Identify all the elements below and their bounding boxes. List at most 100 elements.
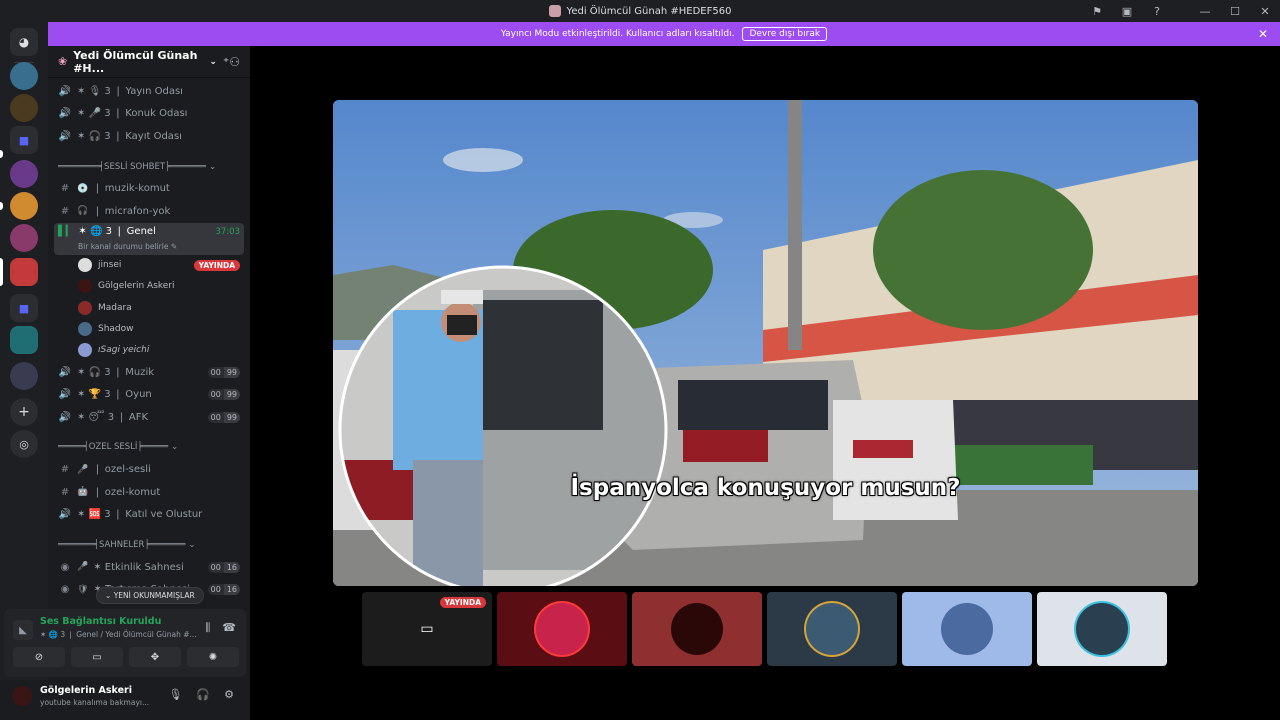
server-icon-active[interactable] (10, 258, 38, 286)
voice-member[interactable]: Shadow (48, 318, 250, 339)
microphone-icon[interactable]: 🎙 (168, 688, 182, 701)
stage-channel[interactable]: ◉ 🎤 ✶ Etkinlik Sahnesi 00 16 (48, 556, 250, 579)
avatar (671, 603, 723, 655)
participant-tile[interactable] (902, 592, 1032, 666)
voice-member[interactable]: jinsei YAYINDA (48, 255, 250, 276)
server-header[interactable]: ❀ Yedi Ölümcül Günah #H... ⌄ ⁺⚇ (48, 46, 250, 78)
unread-pill (0, 202, 3, 210)
voice-channel[interactable]: 🔊 ✶ 😴 3 ❘ AFK 00 99 (48, 406, 250, 429)
voice-channel[interactable]: 🔊 ✶ 🎧 3 ❘ Muzik 00 99 (48, 361, 250, 384)
folder-icon[interactable]: ■ (10, 294, 38, 322)
text-channel[interactable]: # 🤖 ❘ ozel-komut (48, 481, 250, 504)
channel-status[interactable]: Bir kanal durumu belirle (78, 242, 168, 251)
speaker-icon: 🔊 (58, 85, 72, 97)
speaker-icon: 🔊 (58, 130, 72, 142)
category-ozel[interactable]: ═════╡OZEL SESLİ╞═════ ⌄ (48, 436, 250, 458)
server-name: Yedi Ölümcül Günah #H... (73, 48, 198, 75)
voice-channel[interactable]: 🔊 ✶ 🎙 3 ❘ Yayın Odası (48, 80, 250, 103)
channel-name: ✶ Etkinlik Sahnesi (93, 561, 184, 573)
close-icon[interactable]: ✕ (1258, 27, 1268, 41)
participant-tile[interactable] (767, 592, 897, 666)
server-icon[interactable] (10, 160, 38, 188)
avatar[interactable] (12, 686, 32, 706)
folder-icon[interactable]: ■ (10, 126, 38, 154)
category-sesli[interactable]: ════════╡SESLİ SOHBET╞═══════ ⌄ (48, 156, 250, 178)
voice-member[interactable]: ıSagi yeichi (48, 340, 250, 361)
member-name: jinsei (98, 260, 122, 271)
voice-channel-path[interactable]: ✶ 🌐 3 ❘ Genel / Yedi Ölümcül Günah #... (40, 630, 197, 639)
avatar (78, 300, 92, 315)
server-icon[interactable] (10, 326, 38, 354)
participant-tile[interactable] (632, 592, 762, 666)
avatar (941, 603, 993, 655)
text-channel[interactable]: # 🎧 ❘ micrafon-yok (48, 200, 250, 223)
inbox-icon[interactable]: ▣ (1112, 0, 1142, 22)
new-unreads-button[interactable]: ⌄ YENİ OKUNMAMIŞLAR (96, 587, 204, 604)
gear-icon[interactable]: ⚙ (224, 688, 234, 701)
server-icon[interactable] (10, 62, 38, 90)
channel-emoji-icon: 🤖 (77, 487, 89, 498)
signal-icon[interactable]: ◣ (13, 620, 33, 640)
soundboard-button[interactable]: ✺ (187, 647, 239, 667)
channel-name: ❘ ozel-komut (93, 486, 161, 498)
channel-emoji-icon: 🎤 (77, 464, 89, 475)
chevron-down-icon: ⌄ (188, 539, 196, 550)
voice-member[interactable]: Gölgelerin Askeri (48, 276, 250, 297)
channel-emoji-icon: 🎤 (77, 562, 89, 573)
participant-tile[interactable] (497, 592, 627, 666)
category-label: ═══════╡SAHNELER╞═══════ (58, 539, 186, 550)
voice-channel[interactable]: 🔊 ✶ 🎧 3 ❘ Kayıt Odası (48, 125, 250, 148)
server-icon (548, 5, 561, 17)
live-badge: YAYINDA (439, 597, 486, 608)
maximize-button[interactable]: ☐ (1220, 0, 1250, 22)
user-limit-badge: 00 16 (207, 584, 240, 596)
username[interactable]: Gölgelerin Askeri (40, 685, 132, 696)
user-limit-badge: 00 16 (207, 561, 240, 573)
minimize-button[interactable]: — (1190, 0, 1220, 22)
avatar (806, 603, 858, 655)
server-badge-icon: ❀ (58, 55, 68, 68)
add-server-icon[interactable]: + (10, 398, 38, 426)
hash-icon: # (60, 486, 70, 498)
server-icon[interactable] (10, 224, 38, 252)
custom-status: youtube kanalıma bakmayı... (40, 698, 150, 707)
screen-share-button[interactable]: ▭ (71, 647, 123, 667)
active-voice-channel[interactable]: ▌▎ ✶ 🌐 3 ❘ Genel 37:03 Bir kanal durumu … (54, 222, 244, 255)
stream-video[interactable]: İspanyolca konuşuyor musun? (333, 100, 1198, 586)
channel-name: ❘ micrafon-yok (93, 205, 171, 217)
chevron-down-icon: ⌄ (208, 161, 217, 172)
streamer-mode-banner: Yayıncı Modu etkinleştirildi. Kullanıcı … (48, 22, 1280, 46)
chevron-down-icon: ⌄ (171, 442, 179, 453)
participant-tile[interactable] (1037, 592, 1167, 666)
server-icon[interactable] (10, 192, 38, 220)
disconnect-icon[interactable]: ☎ (222, 621, 236, 635)
noise-suppression-icon[interactable]: ⫼ (205, 621, 210, 635)
banner-text: Yayıncı Modu etkinleştirildi. Kullanıcı … (500, 29, 735, 39)
category-sahne[interactable]: ═══════╡SAHNELER╞═══════ ⌄ (48, 534, 250, 556)
voice-channel[interactable]: 🔊 ✶ 🏆 3 ❘ Oyun 00 99 (48, 383, 250, 406)
avatar (536, 603, 588, 655)
explore-icon[interactable]: ◎ (10, 430, 38, 458)
speaker-icon: 🔊 (58, 509, 72, 521)
activities-button[interactable]: ✥ (129, 647, 181, 667)
stage-icon: ◉ (60, 584, 70, 596)
headphones-icon[interactable]: 🎧 (196, 688, 210, 701)
text-channel[interactable]: # 💿 ❘ muzik-komut (48, 178, 250, 201)
text-channel[interactable]: # 🎤 ❘ ozel-sesli (48, 458, 250, 481)
server-icon[interactable] (10, 94, 38, 122)
chevron-down-icon: ⌄ (105, 591, 112, 600)
voice-channel[interactable]: 🔊 ✶ 🎤 3 ❘ Konuk Odası (48, 103, 250, 126)
voice-channel[interactable]: 🔊 ✶ 🆘 3 ❘ Katıl ve Olustur (48, 503, 250, 526)
help-icon[interactable]: ? (1142, 0, 1172, 22)
add-user-icon[interactable]: ⁺⚇ (223, 55, 240, 69)
camera-off-button[interactable]: ⊘ (13, 647, 65, 667)
server-icon[interactable] (10, 362, 38, 390)
voice-member[interactable]: Madara (48, 297, 250, 318)
disable-button[interactable]: Devre dışı bırak (742, 27, 828, 41)
inbox-flag-icon[interactable]: ⚑ (1082, 0, 1112, 22)
stream-tile[interactable]: ▭ YAYINDA (362, 592, 492, 666)
voice-status[interactable]: Ses Bağlantısı Kuruldu (40, 616, 161, 627)
discord-home-icon[interactable]: ◕ (10, 28, 38, 56)
selected-pill (0, 258, 3, 286)
close-button[interactable]: ✕ (1250, 0, 1280, 22)
